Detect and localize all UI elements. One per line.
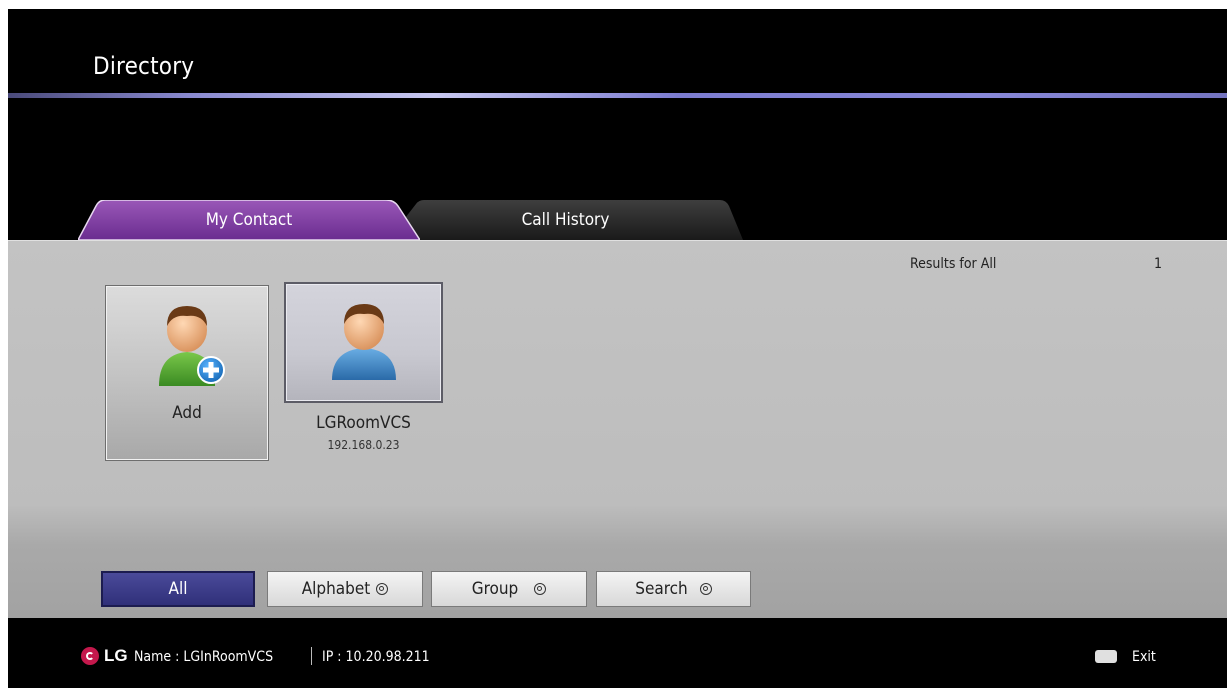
tab-my-contact-label: My Contact [205,210,293,230]
device-ip: IP : 10.20.98.211 [322,649,430,665]
filter-alphabet-label: Alphabet [301,579,371,599]
contact-panel: Results for All 1 Add LGRoomVCS 192.168.… [8,240,1227,507]
lg-logo-text: LG [104,646,128,665]
results-label: Results for All [910,256,997,272]
dial-icon [376,583,389,595]
filter-group-label: Group [471,579,519,599]
dial-icon [534,583,547,595]
contact-ip: 192.168.0.23 [327,438,400,452]
filter-alphabet-button[interactable]: Alphabet [267,571,423,607]
filter-group-button[interactable]: Group [431,571,587,607]
tab-call-history[interactable]: Call History [388,200,743,240]
exit-label[interactable]: Exit [1132,649,1156,665]
directory-screen: Directory Call History My Contact Result… [8,9,1227,688]
add-contact-label: Add [172,403,202,423]
filter-search-button[interactable]: Search [596,571,751,607]
lg-logo-icon [81,647,99,665]
add-contact-card[interactable]: Add [105,285,269,461]
filter-all-button[interactable]: All [101,571,255,607]
dial-icon [699,583,712,595]
add-user-icon [159,306,225,386]
tab-call-history-label: Call History [521,210,610,230]
filter-all-label: All [168,579,188,599]
results-count: 1 [1154,256,1163,272]
page-title: Directory [93,52,195,80]
status-separator [311,647,312,665]
tab-my-contact[interactable]: My Contact [78,200,420,240]
filter-search-label: Search [635,579,688,599]
exit-icon[interactable] [1095,650,1117,663]
user-avatar-icon [332,304,396,380]
status-bar: LG Name : LGInRoomVCS IP : 10.20.98.211 … [8,620,1227,688]
contact-name: LGRoomVCS [316,413,411,433]
device-name: Name : LGInRoomVCS [134,649,274,665]
contact-card[interactable] [284,282,443,403]
title-divider [8,93,1227,98]
